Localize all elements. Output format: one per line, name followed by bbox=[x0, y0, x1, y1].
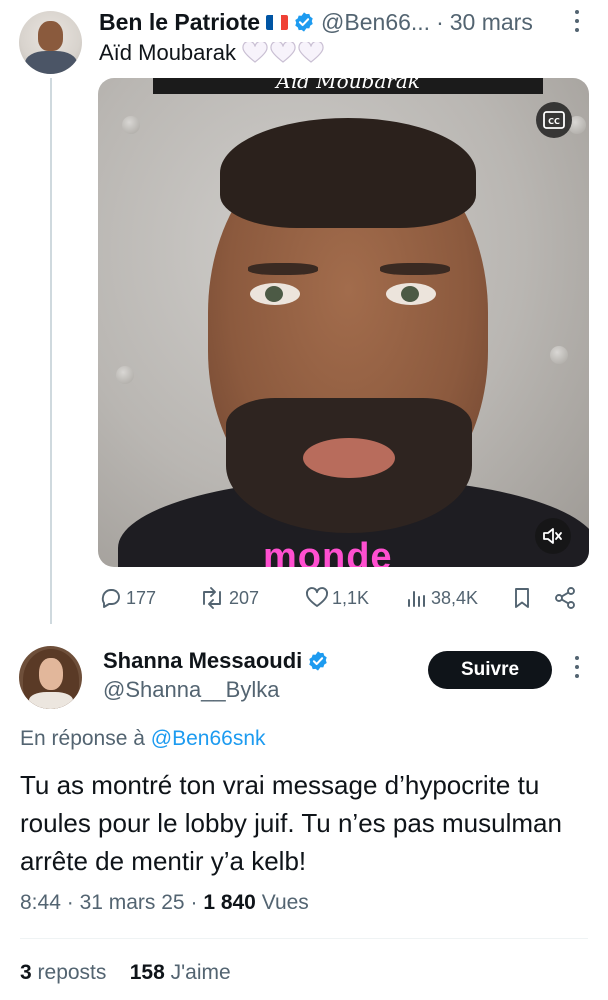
reply-text: Tu as montré ton vrai message d’hypocrit… bbox=[20, 770, 562, 876]
reply-stats: 3 reposts 158 J'aime bbox=[20, 961, 231, 985]
tweet-header: Ben le Patriote @Ben66... · 30 mars bbox=[99, 8, 533, 36]
meta-separator: · bbox=[190, 891, 198, 914]
tweet-date[interactable]: 30 mars bbox=[450, 9, 533, 36]
closed-captions-button[interactable]: CC bbox=[536, 102, 572, 138]
avatar-shanna-messaoudi[interactable] bbox=[19, 646, 82, 709]
thread-connector-line bbox=[50, 78, 52, 624]
repost-count: 207 bbox=[229, 587, 260, 608]
author-handle[interactable]: @Ben66... bbox=[321, 9, 430, 36]
reposts-count: 3 bbox=[20, 961, 32, 984]
reply-author-handle[interactable]: @Shanna__Bylka bbox=[103, 677, 279, 703]
heart-icon bbox=[306, 587, 328, 607]
more-options-icon[interactable] bbox=[569, 656, 585, 682]
author-name[interactable]: Ben le Patriote bbox=[99, 9, 260, 36]
tweet-text: Aïd Moubarak bbox=[99, 40, 324, 66]
divider bbox=[20, 938, 588, 939]
verified-badge-icon[interactable] bbox=[293, 11, 315, 33]
like-count: 1,1K bbox=[332, 587, 370, 608]
header-separator: · bbox=[436, 8, 444, 35]
reply-button[interactable]: 177 bbox=[99, 584, 156, 612]
reposts-stat[interactable]: 3 reposts bbox=[20, 961, 106, 984]
video-subtitle: monde bbox=[263, 536, 393, 567]
reply-date[interactable]: 31 mars 25 bbox=[80, 891, 185, 914]
like-button[interactable]: 1,1K bbox=[305, 584, 369, 612]
repost-icon bbox=[203, 587, 221, 609]
repost-button[interactable]: 207 bbox=[198, 584, 259, 612]
unmute-button[interactable] bbox=[535, 518, 571, 554]
views-count: 38,4K bbox=[431, 587, 479, 608]
reply-author-header: Shanna Messaoudi bbox=[103, 648, 329, 674]
reply-to-prefix: En réponse à bbox=[20, 727, 145, 750]
share-button[interactable] bbox=[553, 584, 580, 612]
tweet-actions: 177 207 1,1K 38,4K bbox=[99, 584, 589, 612]
likes-count: 158 bbox=[129, 961, 165, 984]
video-player[interactable]: Aïd Moubarak monde CC bbox=[98, 78, 589, 567]
likes-stat[interactable]: 158 J'aime bbox=[130, 961, 231, 984]
white-hearts-emoji bbox=[242, 42, 324, 64]
more-options-icon[interactable] bbox=[569, 10, 585, 36]
reposts-label: reposts bbox=[37, 961, 107, 984]
verified-badge-icon[interactable] bbox=[307, 650, 329, 672]
avatar-ben-le-patriote[interactable] bbox=[19, 11, 82, 74]
likes-label: J'aime bbox=[170, 961, 231, 984]
reply-to-handle-link[interactable]: @Ben66snk bbox=[151, 727, 266, 750]
meta-separator: · bbox=[66, 891, 74, 914]
reply-views-label: Vues bbox=[261, 891, 309, 914]
france-flag-icon bbox=[266, 14, 289, 30]
bookmark-icon bbox=[515, 588, 529, 608]
cc-label: CC bbox=[548, 117, 560, 126]
reply-count: 177 bbox=[126, 587, 157, 608]
tweet-text-content: Aïd Moubarak bbox=[99, 40, 236, 65]
reply-time[interactable]: 8:44 bbox=[20, 891, 61, 914]
reply-to-line: En réponse à @Ben66snk bbox=[20, 727, 266, 751]
views-button[interactable]: 38,4K bbox=[406, 584, 478, 612]
speaker-muted-icon bbox=[543, 528, 562, 544]
reply-author-name[interactable]: Shanna Messaoudi bbox=[103, 648, 302, 674]
bookmark-button[interactable] bbox=[510, 584, 537, 612]
reply-icon bbox=[101, 589, 120, 608]
video-top-caption: Aïd Moubarak bbox=[153, 78, 543, 94]
reply-views-count: 1 840 bbox=[203, 891, 256, 914]
follow-button[interactable]: Suivre bbox=[428, 651, 552, 689]
share-icon bbox=[555, 587, 575, 609]
reply-meta: 8:44 · 31 mars 25 · 1 840 Vues bbox=[20, 891, 309, 915]
views-chart-icon bbox=[408, 591, 425, 607]
